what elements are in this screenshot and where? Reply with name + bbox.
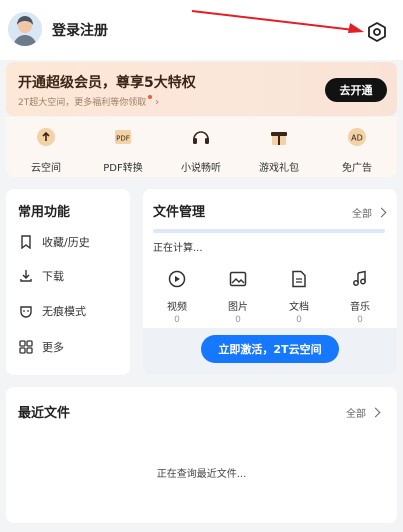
pdf-convert-icon: PDF [111, 125, 135, 149]
common-item-label: 下载 [42, 270, 64, 283]
grid-icon [18, 339, 34, 355]
activate-cloud-button[interactable]: 立即激活，2T云空间 [201, 335, 339, 363]
benefit-label: PDF转换 [103, 163, 143, 174]
benefit-label: 游戏礼包 [259, 163, 299, 174]
benefit-game-gift[interactable]: 游戏礼包 [240, 125, 318, 174]
category-count: 0 [235, 315, 241, 325]
avatar[interactable] [8, 12, 42, 46]
vip-subtitle: 2T超大空间，更多福利等你领取 › [18, 95, 159, 108]
more-item[interactable]: 更多 [18, 338, 64, 356]
file-category-music[interactable]: 音乐 0 [340, 268, 380, 325]
file-category-image[interactable]: 图片 0 [218, 268, 258, 325]
benefit-label: 小说畅听 [181, 163, 221, 174]
incognito-mode-item[interactable]: 无痕模式 [18, 302, 86, 320]
cloud-upload-icon [34, 125, 58, 149]
chevron-right-icon [376, 207, 387, 218]
recent-files-card: 最近文件 全部 正在查询最近文件... [6, 387, 397, 523]
benefit-ad-free[interactable]: AD 免广告 [318, 125, 396, 174]
benefit-cloud-space[interactable]: 云空间 [7, 125, 85, 174]
file-management-title: 文件管理 [153, 205, 206, 220]
favorites-history-item[interactable]: 收藏/历史 [18, 233, 90, 251]
svg-text:AD: AD [351, 134, 363, 143]
login-register-link[interactable]: 登录注册 [52, 20, 108, 40]
headphones-icon [189, 125, 213, 149]
recent-files-title: 最近文件 [18, 406, 71, 421]
incognito-icon [18, 303, 34, 319]
common-functions-title: 常用功能 [18, 205, 71, 220]
category-count: 0 [174, 315, 180, 325]
benefit-label: 云空间 [31, 163, 61, 174]
vip-subtitle-text: 2T超大空间，更多福利等你领取 [18, 98, 147, 108]
download-item[interactable]: 下载 [18, 267, 64, 285]
category-count: 0 [296, 315, 302, 325]
file-category-document[interactable]: 文档 0 [279, 268, 319, 325]
category-count: 0 [357, 315, 363, 325]
file-management-card: 文件管理 全部 正在计算... 视频 0 图片 0 文档 0 音乐 0 立即激活… [143, 189, 397, 375]
common-item-label: 收藏/历史 [42, 236, 90, 249]
top-header: 登录注册 [0, 0, 403, 60]
benefit-label: 免广告 [342, 163, 372, 174]
common-item-label: 无痕模式 [42, 305, 86, 318]
benefit-novel-listen[interactable]: 小说畅听 [162, 125, 240, 174]
gift-icon [267, 125, 291, 149]
download-icon [18, 268, 34, 284]
red-dot-icon [148, 95, 153, 99]
category-name: 图片 [228, 302, 248, 313]
files-all-link[interactable]: 全部 [352, 205, 387, 220]
chevron-right-icon [370, 407, 381, 418]
annotation-arrow [191, 10, 364, 33]
recent-all-label: 全部 [346, 409, 366, 420]
category-name: 文档 [289, 302, 309, 313]
music-icon [349, 268, 371, 290]
vip-banner[interactable]: 开通超级会员，尊享5大特权 2T超大空间，更多福利等你领取 › 去开通 [6, 62, 397, 116]
ad-free-icon: AD [345, 125, 369, 149]
category-name: 视频 [167, 302, 187, 313]
common-functions-card: 常用功能 收藏/历史 下载 无痕模式 更多 [6, 189, 130, 375]
recent-all-link[interactable]: 全部 [346, 405, 381, 420]
open-vip-button[interactable]: 去开通 [325, 78, 387, 102]
recent-files-status: 正在查询最近文件... [156, 469, 247, 480]
storage-status: 正在计算... [153, 243, 203, 254]
category-name: 音乐 [350, 302, 370, 313]
chevron-right-icon: › [155, 97, 160, 108]
document-icon [288, 268, 310, 290]
storage-progress-bar [153, 229, 385, 233]
video-icon [166, 268, 188, 290]
common-item-label: 更多 [42, 341, 64, 354]
files-all-label: 全部 [352, 209, 372, 220]
file-category-video[interactable]: 视频 0 [157, 268, 197, 325]
image-icon [227, 268, 249, 290]
vip-benefits: 云空间 PDF PDF转换 小说畅听 游戏礼包 AD 免广告 [6, 117, 397, 177]
vip-title: 开通超级会员，尊享5大特权 [18, 75, 196, 91]
settings-icon[interactable] [366, 21, 388, 43]
benefit-pdf-convert[interactable]: PDF PDF转换 [84, 125, 162, 174]
bookmark-icon [18, 234, 34, 250]
svg-text:PDF: PDF [116, 135, 130, 143]
